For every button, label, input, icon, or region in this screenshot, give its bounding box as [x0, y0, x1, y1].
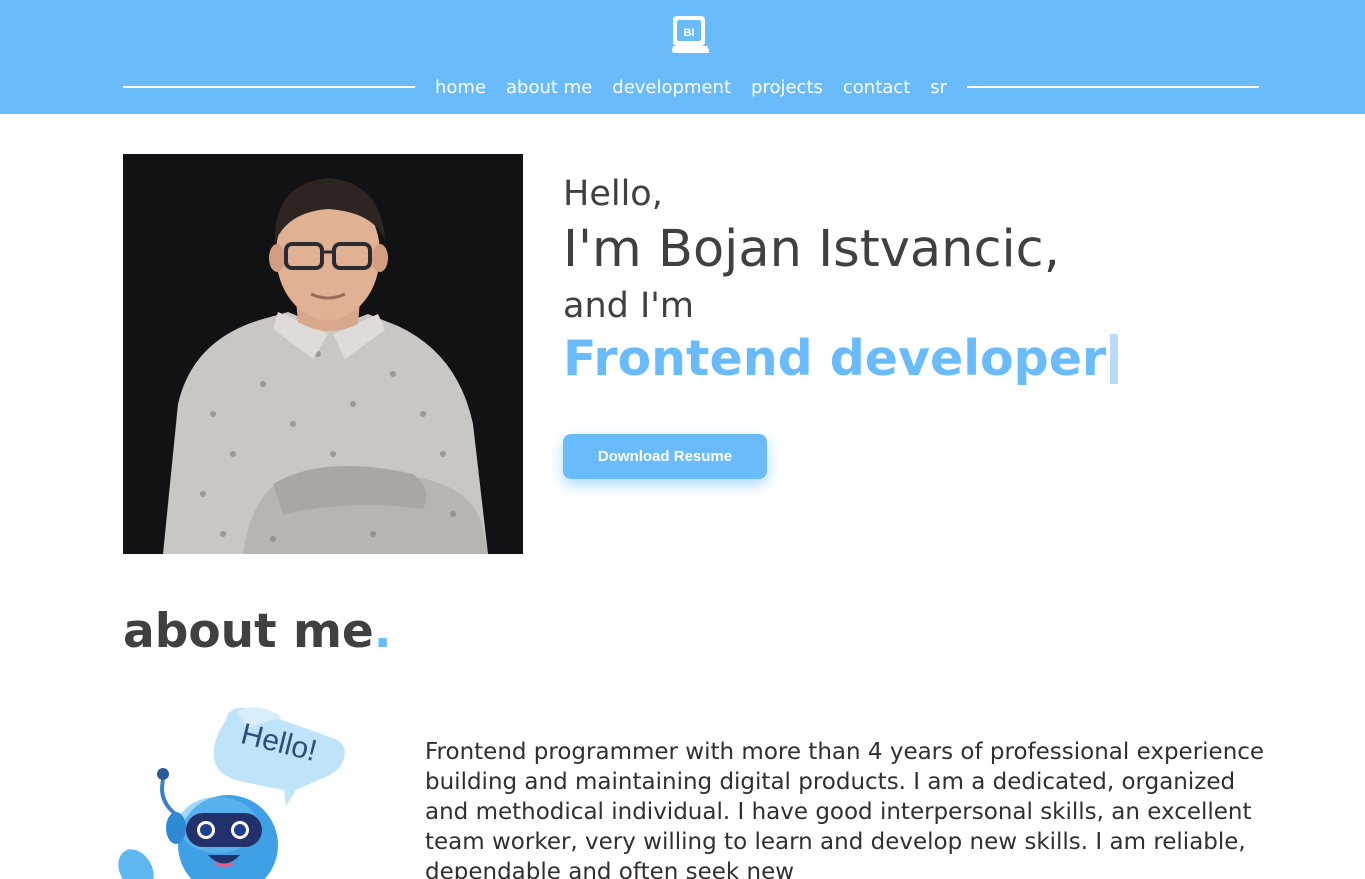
nav-items: home about me development projects conta… [415, 77, 967, 98]
nav-item-about-me[interactable]: about me [496, 77, 602, 98]
about-title-text: about me [123, 604, 374, 659]
about-description: Frontend programmer with more than 4 yea… [425, 739, 1265, 879]
profile-photo [123, 154, 523, 554]
about-title-dot: . [373, 604, 392, 659]
typing-caret [1110, 333, 1119, 384]
nav-item-home[interactable]: home [425, 77, 496, 98]
hero-role-text: Frontend developer [563, 330, 1107, 387]
robot-mascot-image: Hello! [118, 700, 358, 879]
hero-name: I'm Bojan Istvancic, [563, 220, 1060, 279]
svg-text:BI: BI [684, 27, 695, 39]
hero-and-im: and I'm [563, 286, 695, 326]
nav-item-projects[interactable]: projects [741, 77, 833, 98]
nav-item-contact[interactable]: contact [833, 77, 920, 98]
nav-item-development[interactable]: development [602, 77, 741, 98]
nav-item-language-sr[interactable]: sr [920, 77, 957, 98]
nav-divider-left [123, 86, 415, 88]
nav-divider-right [967, 86, 1260, 88]
hero-greeting: Hello, [563, 174, 663, 214]
hero-role: Frontend developer [563, 330, 1119, 387]
about-section-title: about me. [123, 604, 392, 659]
main-nav: home about me development projects conta… [123, 72, 1260, 102]
download-resume-button[interactable]: Download Resume [563, 434, 767, 479]
site-header: BI home about me development projects co… [0, 0, 1365, 114]
logo-icon[interactable]: BI [670, 14, 710, 56]
